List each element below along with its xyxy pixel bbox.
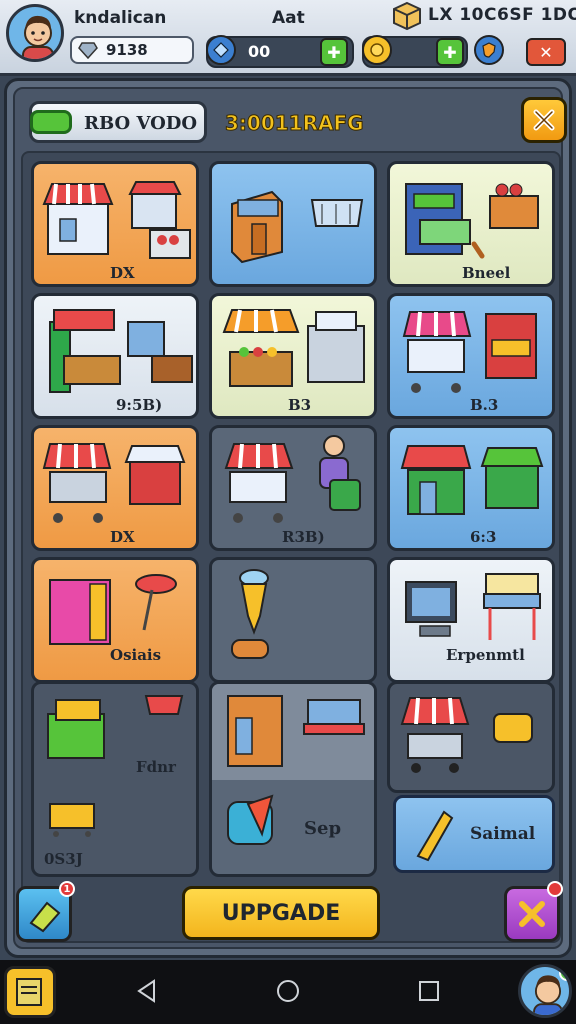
- coin-icon[interactable]: [362, 35, 392, 65]
- player-name: kndalican: [74, 8, 167, 28]
- tile-label: B3: [288, 396, 312, 414]
- top-right-label: LX 10C6SF 1DO: [428, 5, 576, 25]
- crate-icon[interactable]: [392, 1, 422, 31]
- profile-avatar[interactable]: [518, 964, 572, 1018]
- tile-label: Sep: [304, 818, 342, 839]
- shop-tile-fruit-stall[interactable]: B3: [209, 293, 377, 419]
- tab-label: RBO VODO: [84, 113, 198, 134]
- close-button[interactable]: [521, 97, 567, 143]
- inventory-button[interactable]: 1: [16, 881, 75, 942]
- shop-panel-inner: RBO VODO 3:0011RAFG DX Bneel 9:5B) B3 B.…: [13, 87, 567, 949]
- shop-tile-pencil[interactable]: [209, 557, 377, 683]
- alert-dot: [547, 881, 563, 897]
- shop-panel: RBO VODO 3:0011RAFG DX Bneel 9:5B) B3 B.…: [4, 78, 572, 958]
- upgrade-button[interactable]: UPPGADE: [182, 886, 380, 940]
- note-icon: [16, 978, 42, 1006]
- tile-label: DX: [110, 264, 135, 282]
- back-icon[interactable]: [134, 978, 160, 1004]
- item-grid: DX Bneel 9:5B) B3 B.3 DX R3B) 6:3 Osiais…: [21, 151, 561, 943]
- locker-icon: [49, 574, 177, 645]
- tab-shop[interactable]: RBO VODO: [29, 101, 207, 143]
- bottom-action-bar: 1 UPPGADE: [4, 872, 572, 958]
- player-id: 9138: [106, 41, 148, 59]
- shop-tile-cart-stall[interactable]: B.3: [387, 293, 555, 419]
- shop-tile-socials[interactable]: Osiais: [31, 557, 199, 683]
- tile-label: R3B): [282, 528, 325, 546]
- shield-icon[interactable]: [474, 35, 504, 65]
- gem-count: 00: [248, 42, 271, 61]
- shop-tile-market-stall[interactable]: DX: [31, 161, 199, 287]
- shop-tile-sep[interactable]: Sep: [209, 681, 377, 877]
- storage-box-icon: [231, 190, 364, 264]
- tile-label: Osiais: [110, 646, 162, 664]
- notification-badge: 1: [59, 881, 75, 897]
- close-icon: [519, 901, 545, 927]
- shop-tile-stand[interactable]: Bneel: [387, 161, 555, 287]
- tab-icon: [30, 110, 72, 134]
- tile-label: Bneel: [462, 264, 511, 282]
- tile-label: 9:5B): [116, 396, 163, 414]
- diamond-icon[interactable]: [206, 35, 236, 65]
- add-coins-icon[interactable]: ✚: [436, 38, 464, 66]
- tile-label: Erpenmtl: [446, 646, 525, 664]
- tile-label-secondary: 0S3J: [44, 850, 83, 868]
- tile-label: Fdnr: [136, 758, 176, 776]
- gem-icon: [78, 42, 98, 59]
- tile-label: DX: [110, 528, 135, 546]
- shop-tile-cart[interactable]: [387, 681, 555, 793]
- shop-tile-equipment[interactable]: Erpenmtl: [387, 557, 555, 683]
- player-avatar[interactable]: [6, 4, 64, 62]
- register-icon: [47, 695, 184, 837]
- add-gems-icon[interactable]: ✚: [320, 38, 348, 66]
- close-icon: [533, 109, 555, 131]
- tile-label: B.3: [470, 396, 499, 414]
- shop-tile-snack-cart[interactable]: DX: [31, 425, 199, 551]
- cart-icon: [400, 697, 533, 773]
- shop-tile-fdnr[interactable]: Fdnr 0S3J: [31, 681, 199, 877]
- pencil-icon: [231, 569, 269, 659]
- tile-label: Saimal: [470, 824, 536, 844]
- ticket-icon: [29, 901, 61, 933]
- tile-label: 6:3: [470, 528, 497, 546]
- shop-tile-green-shop[interactable]: 6:3: [387, 425, 555, 551]
- monitor-icon: [405, 573, 541, 640]
- shop-tile-green-kiosk[interactable]: 9:5B): [31, 293, 199, 419]
- system-navbar: [0, 960, 576, 1024]
- settings-close-icon[interactable]: ✕: [526, 38, 566, 66]
- top-hud: kndalican 9138 Aat LX 10C6SF 1DO 00 ✚ ✚ …: [0, 0, 576, 76]
- recents-icon[interactable]: [416, 978, 442, 1004]
- player-id-field[interactable]: 9138: [70, 36, 194, 64]
- shop-tile-storage[interactable]: [209, 161, 377, 287]
- top-center-label: Aat: [272, 8, 305, 28]
- shop-tile-vendor[interactable]: R3B): [209, 425, 377, 551]
- online-dot: [559, 967, 569, 981]
- cabinet-icon: [227, 695, 365, 845]
- panel-title: 3:0011RAFG: [225, 111, 365, 136]
- app-shortcut[interactable]: [4, 966, 56, 1018]
- home-icon[interactable]: [275, 978, 301, 1004]
- shop-tile-saimal[interactable]: Saimal: [393, 795, 555, 873]
- cancel-button[interactable]: [504, 881, 563, 942]
